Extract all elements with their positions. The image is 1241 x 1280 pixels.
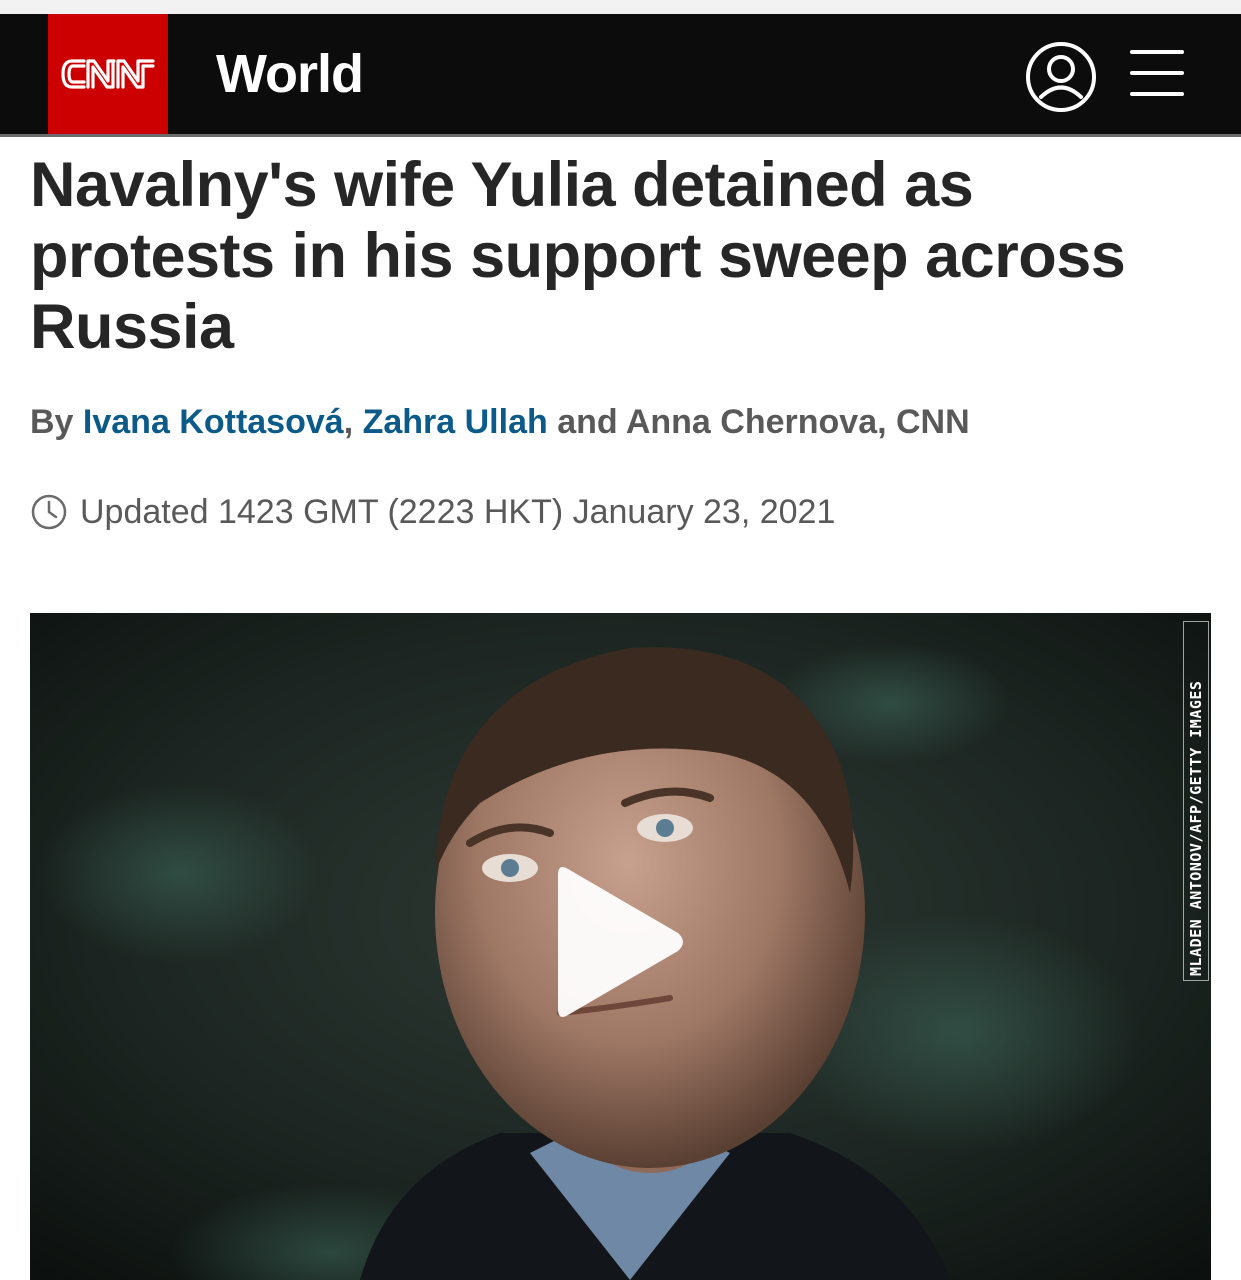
header-divider [0, 134, 1241, 137]
section-title[interactable]: World [216, 44, 364, 104]
site-header: World [0, 14, 1241, 134]
author-link-ivana-kottasova[interactable]: Ivana Kottasová [83, 403, 344, 441]
author-link-zahra-ullah[interactable]: Zahra Ullah [363, 403, 548, 441]
photo-credit-text: MLADEN ANTONOV/AFP/GETTY IMAGES [1183, 621, 1209, 981]
play-icon[interactable] [550, 857, 690, 1027]
video-player[interactable]: MLADEN ANTONOV/AFP/GETTY IMAGES [30, 613, 1211, 1280]
byline-separator: , [343, 403, 363, 441]
user-account-button[interactable] [1024, 40, 1098, 114]
article-byline: By Ivana Kottasová, Zahra Ullah and Anna… [30, 400, 970, 444]
menu-button[interactable] [1128, 46, 1186, 100]
cnn-logo[interactable] [48, 14, 168, 134]
status-strip [0, 0, 1241, 14]
hamburger-menu-icon [1130, 50, 1184, 96]
byline-prefix: By [30, 403, 83, 441]
cnn-logo-mark [61, 59, 155, 89]
user-account-icon [1026, 42, 1096, 112]
article-timestamp: Updated 1423 GMT (2223 HKT) January 23, … [30, 490, 835, 534]
photo-credit: MLADEN ANTONOV/AFP/GETTY IMAGES [1180, 621, 1210, 981]
clock-icon [31, 494, 67, 530]
article-headline: Navalny's wife Yulia detained as protest… [30, 150, 1126, 362]
byline-suffix: and Anna Chernova, CNN [547, 403, 970, 441]
updated-text: Updated 1423 GMT (2223 HKT) January 23, … [80, 493, 836, 531]
